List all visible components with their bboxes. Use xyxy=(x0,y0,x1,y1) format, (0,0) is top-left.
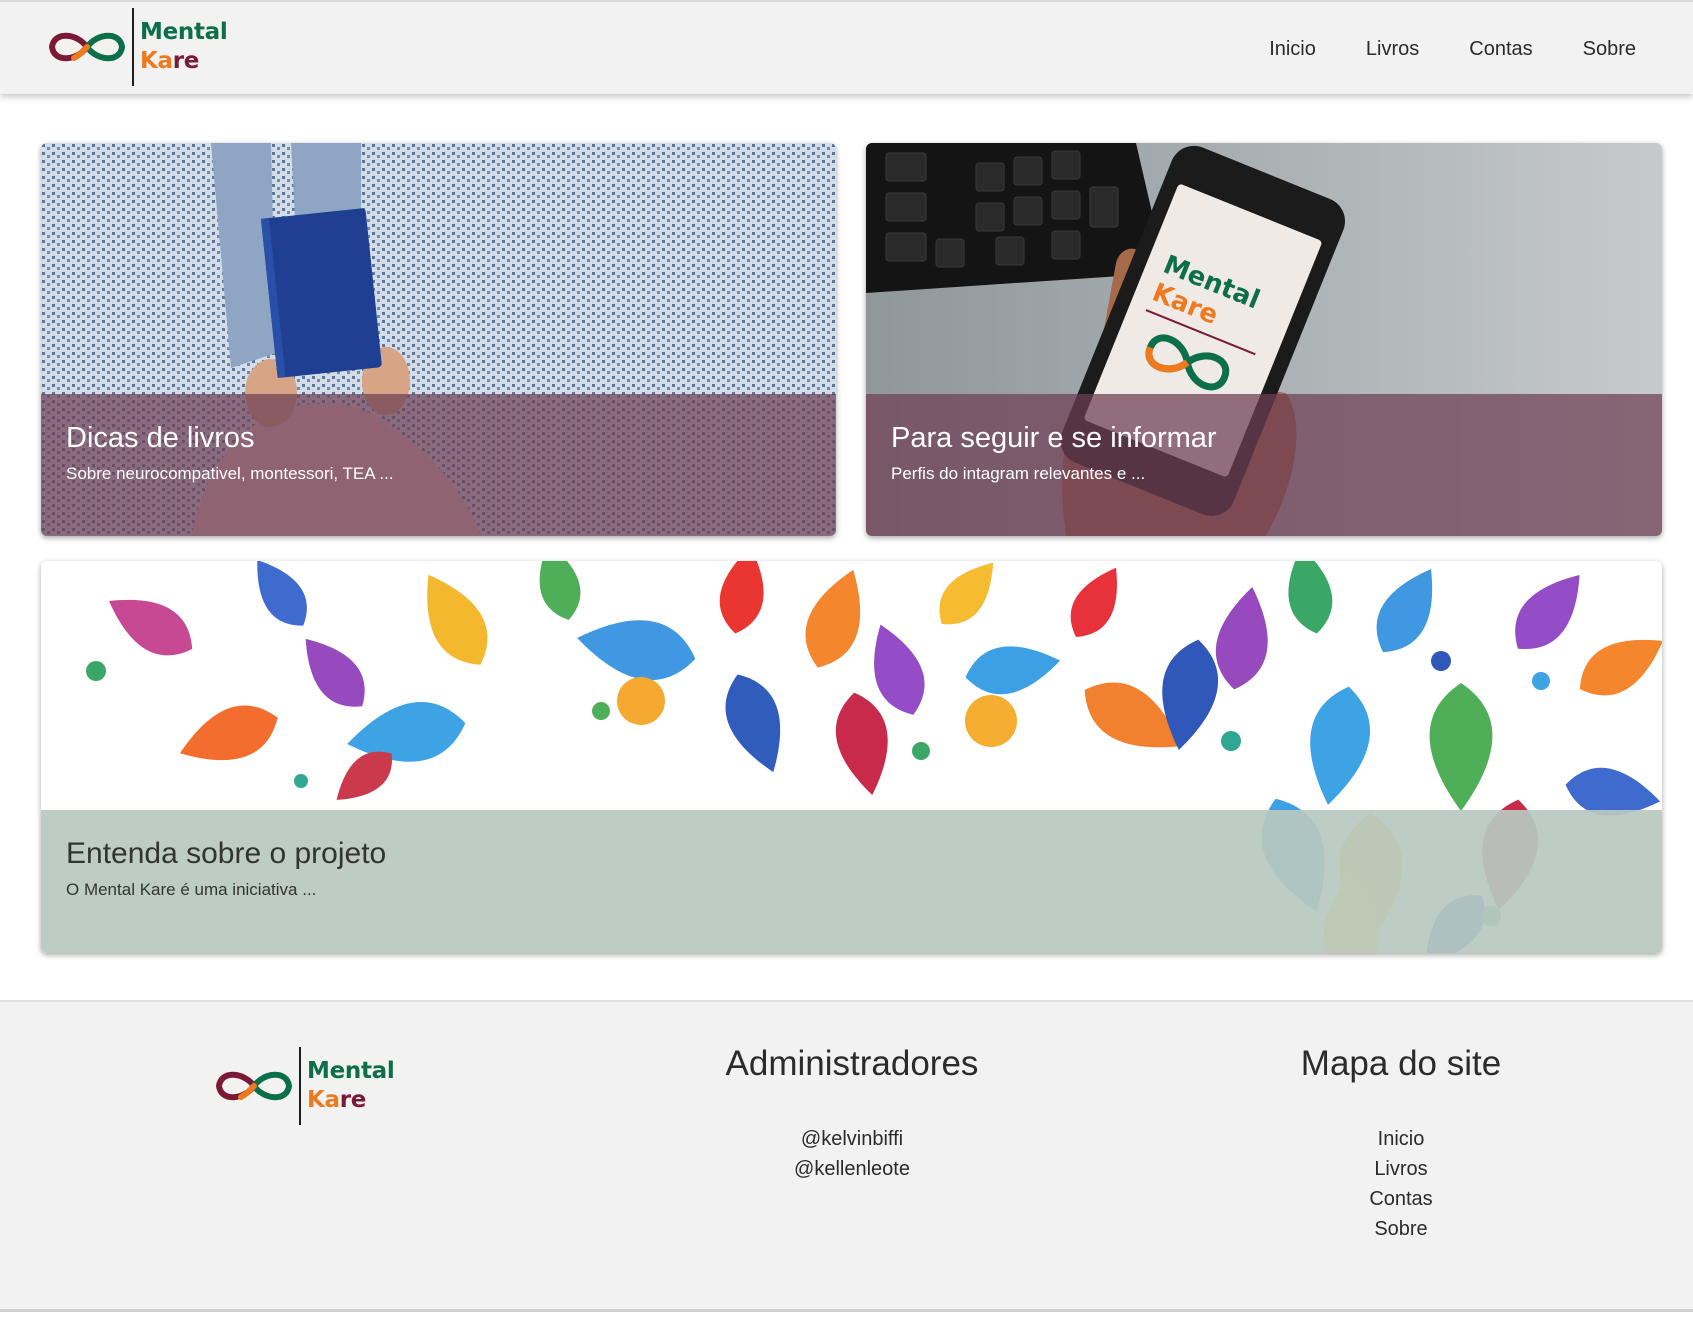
site-footer: Mental Kare Administradores @kelvinbiffi… xyxy=(0,1000,1693,1312)
brand-word-mental: Mental xyxy=(140,19,228,45)
card-subtitle: O Mental Kare é uma iniciativa ... xyxy=(66,880,317,899)
nav-link-inicio[interactable]: Inicio xyxy=(1269,38,1316,61)
footer-admins-title: Administradores xyxy=(725,1044,979,1083)
infinity-logo-icon xyxy=(215,1071,293,1101)
main-nav: Inicio Livros Contas Sobre xyxy=(1269,2,1693,96)
card-caption: Entenda sobre o projeto O Mental Kare é … xyxy=(41,810,1662,953)
sitemap-link-livros[interactable]: Livros xyxy=(1201,1154,1601,1184)
logo-divider xyxy=(299,1047,301,1125)
top-navbar: Mental Kare Inicio Livros Contas Sobre xyxy=(0,0,1693,94)
footer-brand-logo[interactable]: Mental Kare xyxy=(213,1047,395,1125)
footer-sitemap-column: Mapa do site Inicio Livros Contas Sobre xyxy=(1201,1044,1601,1244)
sitemap-list: Inicio Livros Contas Sobre xyxy=(1201,1124,1601,1244)
brand-wordmark: Mental Kare xyxy=(307,1057,395,1115)
card-title: Entenda sobre o projeto xyxy=(66,837,387,870)
nav-link-contas[interactable]: Contas xyxy=(1469,38,1532,61)
logo-divider xyxy=(132,8,134,86)
nav-link-livros[interactable]: Livros xyxy=(1366,38,1419,61)
card-dicas-de-livros[interactable]: Dicas de livros Sobre neurocompativel, m… xyxy=(41,143,836,536)
card-para-seguir[interactable]: Mental Kare Para seguir e se informar Pe… xyxy=(866,143,1662,536)
admins-list: @kelvinbiffi @kellenleote xyxy=(652,1124,1052,1184)
admin-link-kelvinbiffi[interactable]: @kelvinbiffi xyxy=(652,1124,1052,1154)
brand-wordmark: Mental Kare xyxy=(140,18,228,76)
card-caption: Para seguir e se informar Perfis do inta… xyxy=(866,394,1662,536)
sitemap-link-contas[interactable]: Contas xyxy=(1201,1184,1601,1214)
card-subtitle: Sobre neurocompativel, montessori, TEA .… xyxy=(66,464,394,483)
brand-word-kare: Kare xyxy=(140,48,200,74)
card-subtitle: Perfis do intagram relevantes e ... xyxy=(891,464,1146,483)
card-title: Para seguir e se informar xyxy=(891,422,1217,454)
admin-link-kellenleote[interactable]: @kellenleote xyxy=(652,1154,1052,1184)
card-entenda-o-projeto[interactable]: Entenda sobre o projeto O Mental Kare é … xyxy=(41,561,1662,953)
brand-word-kare: Kare xyxy=(307,1087,367,1113)
card-caption: Dicas de livros Sobre neurocompativel, m… xyxy=(41,394,836,536)
nav-link-sobre[interactable]: Sobre xyxy=(1583,38,1636,61)
brand-word-mental: Mental xyxy=(307,1058,395,1084)
infinity-logo-icon xyxy=(48,32,126,62)
footer-sitemap-title: Mapa do site xyxy=(1300,1044,1502,1083)
footer-admins-column: Administradores @kelvinbiffi @kellenleot… xyxy=(652,1044,1052,1184)
brand-logo[interactable]: Mental Kare xyxy=(46,8,228,86)
card-title: Dicas de livros xyxy=(66,422,255,454)
sitemap-link-sobre[interactable]: Sobre xyxy=(1201,1214,1601,1244)
sitemap-link-inicio[interactable]: Inicio xyxy=(1201,1124,1601,1154)
